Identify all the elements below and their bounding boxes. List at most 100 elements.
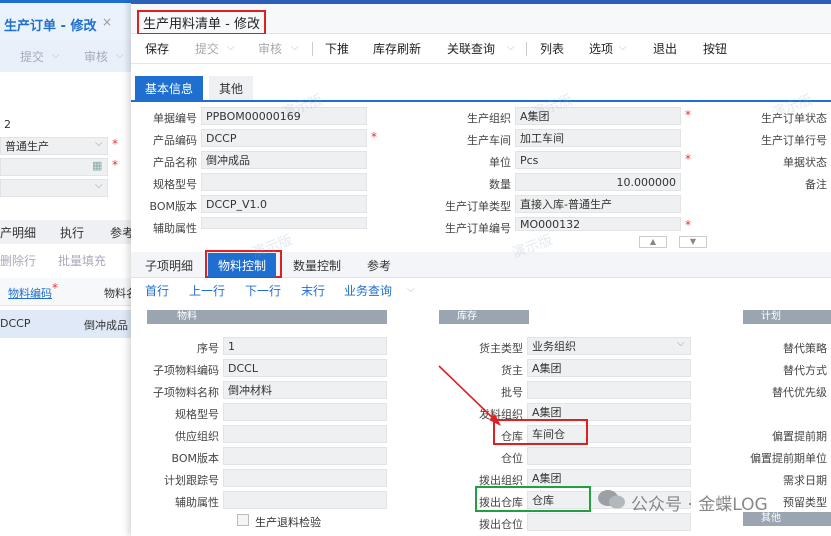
section-material: 物料 xyxy=(147,310,387,324)
org-label[interactable]: 生产组织 xyxy=(431,110,511,126)
workshop-label[interactable]: 生产车间 xyxy=(431,132,511,148)
track-field[interactable] xyxy=(223,469,387,487)
chevron-down-icon[interactable]: ⌵ xyxy=(291,42,299,53)
custom-button[interactable]: 按钮 xyxy=(703,40,727,57)
audit-button[interactable]: 审核 xyxy=(258,40,282,57)
return-check-checkbox[interactable] xyxy=(237,514,249,526)
back-col-header-code[interactable]: 物料编码 xyxy=(8,285,52,301)
supply-org-label[interactable]: 供应组织 xyxy=(131,428,219,444)
chevron-down-icon[interactable]: ⌵ xyxy=(227,42,235,53)
required-mark: * xyxy=(112,137,118,151)
submit-button[interactable]: 提交 xyxy=(195,40,219,57)
required-mark: * xyxy=(52,281,58,295)
sub-code-field[interactable]: DCCL xyxy=(223,359,387,377)
unit-label[interactable]: 单位 xyxy=(431,154,511,170)
required-mark: * xyxy=(685,218,691,232)
first-row-button[interactable]: 首行 xyxy=(145,282,169,299)
tab-reference[interactable]: 参考 xyxy=(357,253,401,277)
required-mark: * xyxy=(685,108,691,122)
sub-bom-label[interactable]: BOM版本 xyxy=(131,450,219,466)
demand-date-label: 需求日期 xyxy=(783,474,827,487)
chevron-down-icon: ⌵ xyxy=(95,180,103,191)
back-batch-fill-button[interactable]: 批量填充 xyxy=(58,252,106,269)
sub-spec-field[interactable] xyxy=(223,403,387,421)
aux-label: 辅助属性 xyxy=(153,222,197,235)
supply-org-field[interactable] xyxy=(223,425,387,443)
order-no-field[interactable]: MO000132 xyxy=(515,217,681,231)
toolbar-divider xyxy=(312,42,313,56)
seq-field[interactable]: 1 xyxy=(223,337,387,355)
prev-row-button[interactable]: 上一行 xyxy=(189,282,225,299)
aux-field[interactable] xyxy=(201,217,367,229)
tab-sub-items[interactable]: 子项明细 xyxy=(135,253,203,277)
mat-code-label[interactable]: 产品编码 xyxy=(131,132,197,148)
back-tab-detail[interactable]: 产明细 xyxy=(0,224,36,241)
tab-quantity-control[interactable]: 数量控制 xyxy=(283,253,351,277)
mat-name-label: 产品名称 xyxy=(153,156,197,169)
location-label: 仓位 xyxy=(501,452,523,465)
wechat-icon xyxy=(597,488,627,510)
back-tab-bar: 生产订单 - 修改 × xyxy=(0,0,140,40)
last-row-button[interactable]: 末行 xyxy=(301,282,325,299)
offset-lead-label: 偏置提前期 xyxy=(772,430,827,443)
business-query-button[interactable]: 业务查询 xyxy=(344,282,392,299)
mat-name-field[interactable]: 倒冲成品 xyxy=(201,151,367,169)
back-type-select[interactable]: 普通生产 xyxy=(0,137,108,155)
chevron-down-icon[interactable]: ⌵ xyxy=(619,42,627,53)
options-button[interactable]: 选项 xyxy=(589,40,613,57)
workshop-field[interactable]: 加工车间 xyxy=(515,129,681,147)
lot-field[interactable] xyxy=(527,381,691,399)
close-icon[interactable]: × xyxy=(102,15,112,29)
list-button[interactable]: 列表 xyxy=(540,40,564,57)
bom-label[interactable]: BOM版本 xyxy=(131,198,197,214)
related-query-button[interactable]: 关联查询 xyxy=(447,40,495,57)
back-tab-title[interactable]: 生产订单 - 修改 xyxy=(4,15,96,34)
next-row-button[interactable]: 下一行 xyxy=(245,282,281,299)
unit-field[interactable]: Pcs xyxy=(515,151,681,169)
chevron-down-icon[interactable]: ⌵ xyxy=(677,338,685,349)
tab-underline xyxy=(131,100,831,102)
qty-field[interactable]: 10.000000 xyxy=(515,173,681,191)
calendar-icon[interactable]: ▦ xyxy=(92,159,102,172)
order-type-label[interactable]: 生产订单类型 xyxy=(431,198,511,214)
order-type-field[interactable]: 直接入库-普通生产 xyxy=(515,195,681,213)
back-delete-row-button[interactable]: 删除行 xyxy=(0,252,36,269)
back-submit-button[interactable]: 提交 xyxy=(20,48,44,65)
tab-other[interactable]: 其他 xyxy=(209,76,254,100)
sub-aux-field[interactable] xyxy=(223,491,387,509)
required-mark: * xyxy=(371,130,377,144)
owner-type-select[interactable]: 业务组织 xyxy=(527,337,691,355)
chevron-down-icon: ⌵ xyxy=(52,50,60,61)
collapse-down-icon[interactable]: ▼ xyxy=(679,236,707,248)
title-bar: 生产用料清单 - 修改 xyxy=(131,4,831,35)
sub-bom-field[interactable] xyxy=(223,447,387,465)
replace-priority-label: 替代优先级 xyxy=(772,386,827,399)
sub-spec-label: 规格型号 xyxy=(175,408,219,421)
back-field-value: 2 xyxy=(4,118,11,131)
bom-field[interactable]: DCCP_V1.0 xyxy=(201,195,367,213)
back-select-field[interactable] xyxy=(0,179,108,197)
mat-code-field[interactable]: DCCP xyxy=(201,129,367,147)
expand-up-icon[interactable]: ▲ xyxy=(639,236,667,248)
save-button[interactable]: 保存 xyxy=(145,40,169,57)
sub-code-label[interactable]: 子项物料编码 xyxy=(131,362,219,378)
exit-button[interactable]: 退出 xyxy=(653,40,677,57)
owner-field[interactable]: A集团 xyxy=(527,359,691,377)
back-tab-exec[interactable]: 执行 xyxy=(60,224,84,241)
background-window: 生产订单 - 修改 × 提交 ⌵ 审核 ⌵ 2 普通生产 ⌵ * ▦ * ⌵ 产… xyxy=(0,0,140,536)
remark-label: 备注 xyxy=(805,178,827,191)
chevron-down-icon[interactable]: ⌵ xyxy=(507,42,515,53)
track-label: 计划跟踪号 xyxy=(164,474,219,487)
out-org-field[interactable]: A集团 xyxy=(527,469,691,487)
return-check-label: 生产退料检验 xyxy=(255,516,321,529)
spec-field[interactable] xyxy=(201,173,367,191)
tab-basic-info[interactable]: 基本信息 xyxy=(135,76,204,100)
chevron-down-icon[interactable]: ⌵ xyxy=(407,284,415,295)
out-location-field[interactable] xyxy=(527,513,691,531)
annotation-arrow-icon xyxy=(438,365,501,426)
stock-refresh-button[interactable]: 库存刷新 xyxy=(373,40,421,57)
location-field[interactable] xyxy=(527,447,691,465)
sub-name-field[interactable]: 倒冲材料 xyxy=(223,381,387,399)
push-down-button[interactable]: 下推 xyxy=(325,40,349,57)
back-audit-button[interactable]: 审核 xyxy=(84,48,108,65)
